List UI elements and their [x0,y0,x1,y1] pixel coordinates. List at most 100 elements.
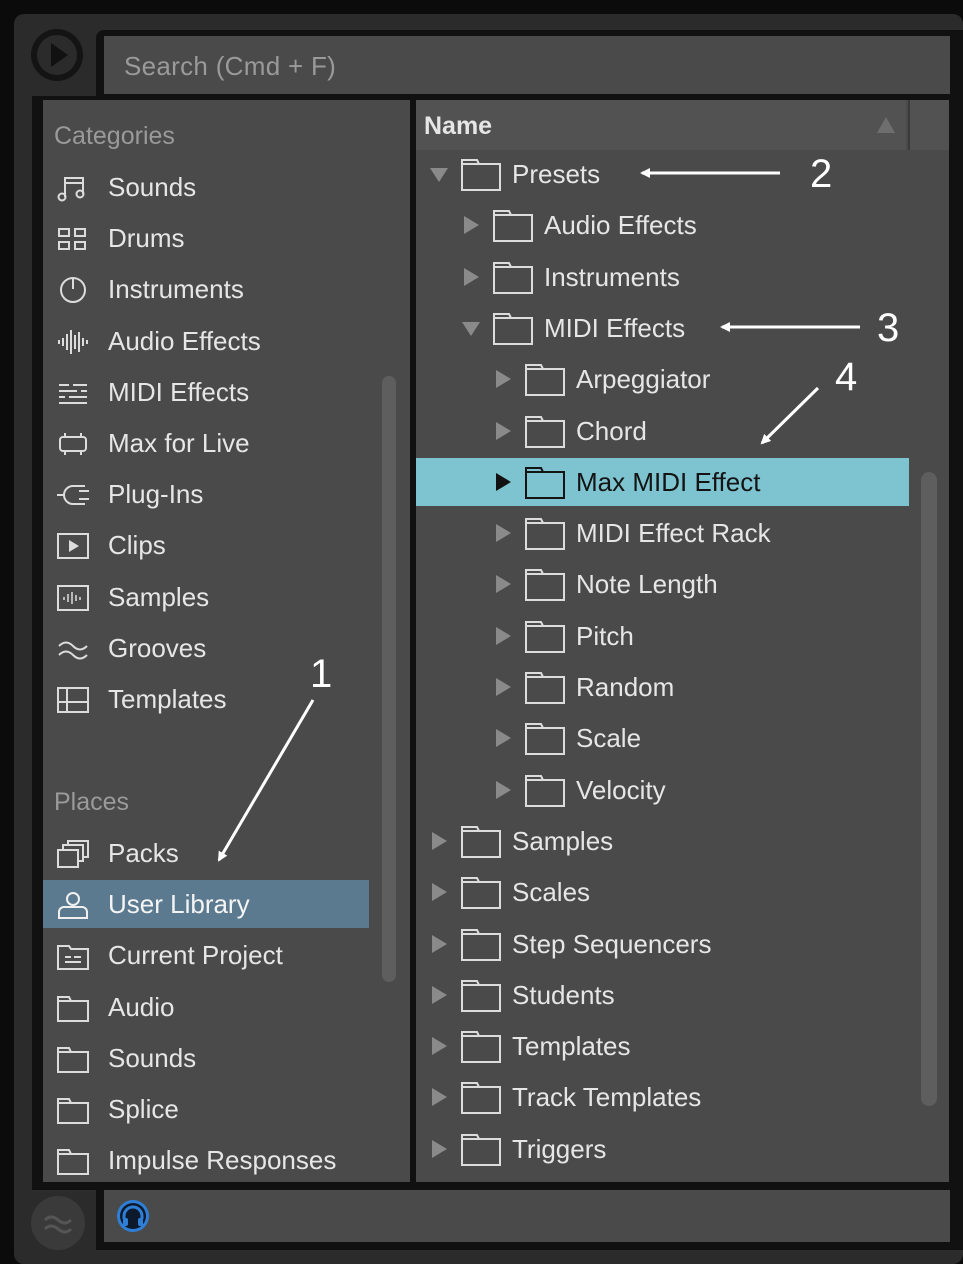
sidebar-item-current-project[interactable]: Current Project [43,931,369,979]
status-bar [104,1190,950,1242]
sidebar-item-label: Drums [108,223,185,254]
disclosure-collapsed-icon[interactable] [492,522,514,544]
tree-row-templates[interactable]: Templates [416,1022,909,1070]
disclosure-collapsed-icon[interactable] [428,1035,450,1057]
disclosure-collapsed-icon[interactable] [460,266,482,288]
sidebar-item-label: Audio Effects [108,325,261,356]
disclosure-collapsed-icon[interactable] [428,881,450,903]
sidebar-item-plug-ins[interactable]: Plug-Ins [43,470,369,518]
sidebar-scrollbar[interactable] [382,376,396,982]
disclosure-expanded-icon[interactable] [428,163,450,185]
name-column-header[interactable]: Name [416,100,906,150]
sidebar-item-midi-effects[interactable]: MIDI Effects [43,368,369,416]
tree-row-triggers[interactable]: Triggers [416,1125,909,1173]
sidebar-item-label: Max for Live [108,428,250,458]
project-folder-icon [55,941,91,971]
sidebar: Categories Places Sounds Drums Instruments… [43,100,410,1182]
file-browser: Name Presets Audio Effects Instruments MIDI… [416,100,949,1182]
folder-icon [492,259,534,295]
disclosure-collapsed-icon[interactable] [428,1086,450,1108]
tree-row-random[interactable]: Random [416,663,909,711]
disclosure-collapsed-icon[interactable] [492,471,514,493]
tree-row-label: Random [576,672,675,702]
tree-row-students[interactable]: Students [416,971,909,1019]
folder-icon [460,926,502,962]
disclosure-collapsed-icon[interactable] [492,573,514,595]
sort-ascending-icon[interactable] [876,116,896,134]
tree-row-midi-effect-rack[interactable]: MIDI Effect Rack [416,509,909,557]
tree-row-label: Scale [576,723,642,754]
template-icon [55,685,91,715]
disclosure-collapsed-icon[interactable] [428,933,450,955]
sidebar-item-clips[interactable]: Clips [43,521,369,569]
tree-row-samples[interactable]: Samples [416,817,909,865]
sidebar-item-label: Splice [108,1094,179,1124]
sidebar-item-impulse-responses[interactable]: Impulse Responses [43,1136,369,1182]
folder-icon [55,993,91,1023]
folder-icon [460,874,502,910]
annotation-number-2: 2 [810,152,833,196]
categories-heading: Categories [54,122,175,150]
folder-icon [524,566,566,602]
sidebar-item-packs[interactable]: Packs [43,829,369,877]
tree-row-label: Max MIDI Effect [576,466,761,497]
disclosure-collapsed-icon[interactable] [492,727,514,749]
tree-row-instruments[interactable]: Instruments [416,253,909,301]
disclosure-collapsed-icon[interactable] [460,214,482,236]
tree-row-note-length[interactable]: Note Length [416,560,909,608]
folder-icon [524,772,566,808]
disclosure-expanded-icon[interactable] [460,317,482,339]
folder-icon [524,413,566,449]
sidebar-item-audio-effects[interactable]: Audio Effects [43,317,369,365]
tree-row-max-midi-effect[interactable]: Max MIDI Effect [416,457,909,506]
search-placeholder: Search (Cmd + F) [124,51,337,81]
sidebar-item-sounds[interactable]: Sounds [43,1034,369,1082]
midi-lines-icon [55,378,91,408]
tree-row-label: Triggers [512,1133,607,1164]
sample-wave-icon [55,583,91,613]
tree-row-audio-effects[interactable]: Audio Effects [416,201,909,249]
disclosure-collapsed-icon[interactable] [428,1138,450,1160]
headphones-icon[interactable] [114,1197,152,1235]
sidebar-item-label: MIDI Effects [108,376,250,407]
tree-row-scales[interactable]: Scales [416,868,909,916]
sidebar-item-max-for-live[interactable]: Max for Live [43,419,369,467]
sidebar-item-drums[interactable]: Drums [43,214,369,262]
annotation-number-3: 3 [877,306,900,350]
plug-icon [55,480,91,510]
sidebar-item-audio[interactable]: Audio [43,983,369,1031]
disclosure-collapsed-icon[interactable] [428,984,450,1006]
tree-row-scale[interactable]: Scale [416,714,909,762]
sidebar-item-instruments[interactable]: Instruments [43,265,369,313]
disclosure-collapsed-icon[interactable] [428,830,450,852]
groove-pool-button[interactable] [31,1196,85,1250]
drum-grid-icon [55,224,91,254]
tree-row-presets[interactable]: Presets [416,150,909,198]
sidebar-item-label: Instruments [108,274,244,305]
tree-row-track-templates[interactable]: Track Templates [416,1073,909,1121]
tree-row-pitch[interactable]: Pitch [416,612,909,660]
disclosure-collapsed-icon[interactable] [492,625,514,647]
tree-row-chord[interactable]: Chord [416,407,909,455]
preview-play-button[interactable] [31,29,83,81]
sidebar-item-splice[interactable]: Splice [43,1085,369,1133]
disclosure-collapsed-icon[interactable] [492,420,514,442]
folder-icon [460,823,502,859]
disclosure-collapsed-icon[interactable] [492,368,514,390]
sidebar-item-user-library[interactable]: User Library [43,880,369,929]
folder-icon [492,310,534,346]
tree-row-velocity[interactable]: Velocity [416,766,909,814]
tree-row-label: Presets [512,159,601,189]
note-icon [55,173,91,203]
sidebar-item-sounds[interactable]: Sounds [43,163,369,211]
disclosure-collapsed-icon[interactable] [492,676,514,698]
sidebar-item-samples[interactable]: Samples [43,573,369,621]
folder-icon [524,618,566,654]
folder-icon [460,977,502,1013]
disclosure-collapsed-icon[interactable] [492,779,514,801]
browser-scrollbar[interactable] [921,472,937,1106]
tree-row-label: MIDI Effects [544,312,686,343]
packs-icon [55,839,91,869]
tree-row-midi-effects[interactable]: MIDI Effects [416,304,909,352]
tree-row-step-sequencers[interactable]: Step Sequencers [416,920,909,968]
